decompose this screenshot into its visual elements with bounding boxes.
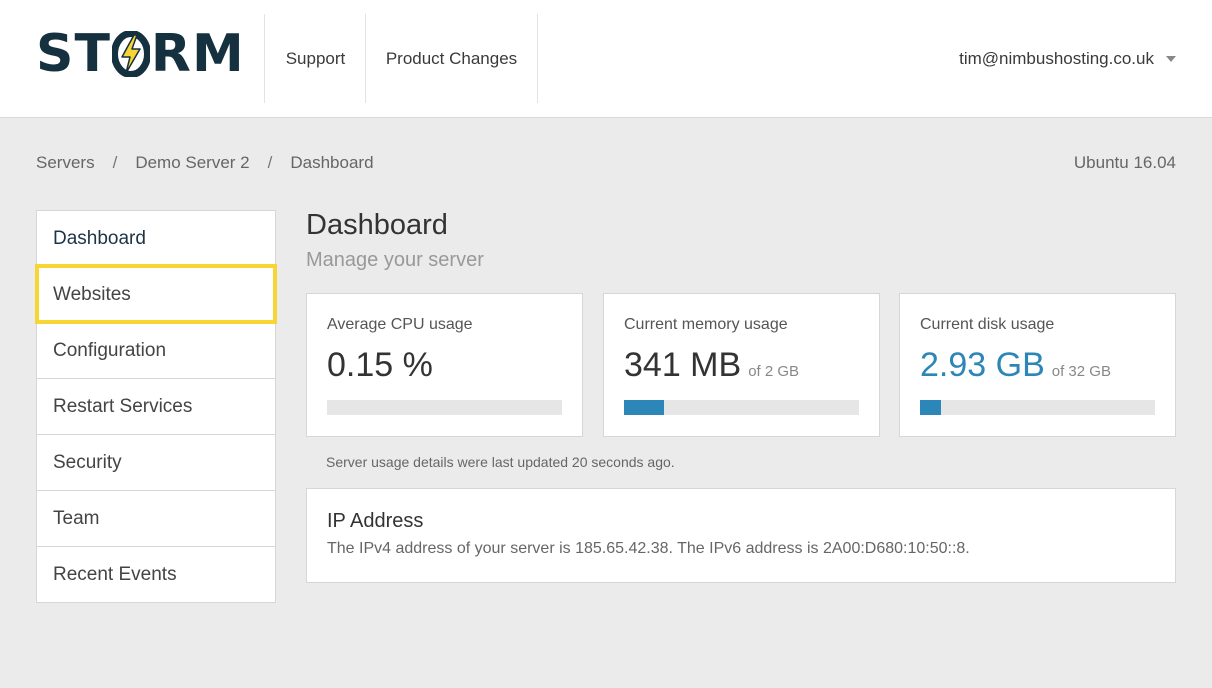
ip-address-title: IP Address	[327, 510, 424, 532]
ip-address-text: The IPv4 address of your server is 185.6…	[327, 540, 970, 557]
storm-logo[interactable]: ST RM	[36, 24, 245, 84]
disk-usage-bar	[920, 400, 1155, 415]
nav-support-link[interactable]: Support	[264, 14, 366, 103]
disk-usage-label: Current disk usage	[920, 316, 1055, 333]
disk-usage-value: 2.93 GB	[920, 346, 1045, 384]
cpu-usage-bar	[327, 400, 562, 415]
sidebar-item-restart-services[interactable]: Restart Services	[37, 378, 275, 434]
memory-usage-value: 341 MB	[624, 346, 742, 384]
disk-usage-card: Current disk usage 2.93 GB of 32 GB	[899, 293, 1176, 437]
memory-usage-card: Current memory usage 341 MB of 2 GB	[603, 293, 880, 437]
logo-text-left: ST	[36, 24, 111, 84]
breadcrumb-dashboard: Dashboard	[290, 153, 374, 172]
sidebar-item-dashboard[interactable]: Dashboard	[37, 211, 275, 266]
breadcrumb-separator: /	[267, 153, 273, 172]
page-title: Dashboard	[306, 209, 448, 241]
logo-text-right: RM	[150, 24, 245, 84]
nav-product-changes-link[interactable]: Product Changes	[365, 14, 538, 103]
user-account-menu[interactable]: tim@nimbushosting.co.uk	[959, 46, 1176, 72]
usage-updated-note: Server usage details were last updated 2…	[326, 454, 675, 470]
caret-down-icon	[1166, 56, 1176, 62]
lightning-bolt-icon	[111, 31, 150, 77]
memory-usage-bar-fill	[624, 400, 664, 415]
memory-total: of 2 GB	[748, 363, 800, 380]
sidebar-item-websites[interactable]: Websites	[35, 264, 277, 324]
ip-address-card: IP Address The IPv4 address of your serv…	[306, 488, 1176, 583]
breadcrumb-separator: /	[112, 153, 118, 172]
sidebar-item-team[interactable]: Team	[37, 490, 275, 546]
sidebar-item-configuration[interactable]: Configuration	[37, 322, 275, 378]
page-subtitle: Manage your server	[306, 249, 484, 271]
cpu-usage-card: Average CPU usage 0.15 %	[306, 293, 583, 437]
breadcrumb-demo-server[interactable]: Demo Server 2	[135, 153, 249, 173]
disk-usage-bar-fill	[920, 400, 942, 415]
sidebar-item-security[interactable]: Security	[37, 434, 275, 490]
user-email: tim@nimbushosting.co.uk	[959, 49, 1154, 68]
cpu-usage-value: 0.15 %	[327, 346, 433, 384]
memory-usage-bar	[624, 400, 859, 415]
disk-total: of 32 GB	[1051, 363, 1111, 380]
breadcrumb-servers[interactable]: Servers	[36, 153, 95, 173]
os-version-label: Ubuntu 16.04	[1073, 153, 1176, 172]
sidebar-item-recent-events[interactable]: Recent Events	[37, 546, 275, 602]
memory-usage-label: Current memory usage	[624, 316, 788, 333]
top-navigation-bar: ST RM Support Product Changes tim@nimbus…	[0, 0, 1212, 118]
server-sidebar-menu: Dashboard Websites Configuration Restart…	[35, 210, 277, 603]
breadcrumb: Servers / Demo Server 2 / Dashboard	[36, 153, 374, 173]
cpu-usage-label: Average CPU usage	[327, 316, 473, 333]
